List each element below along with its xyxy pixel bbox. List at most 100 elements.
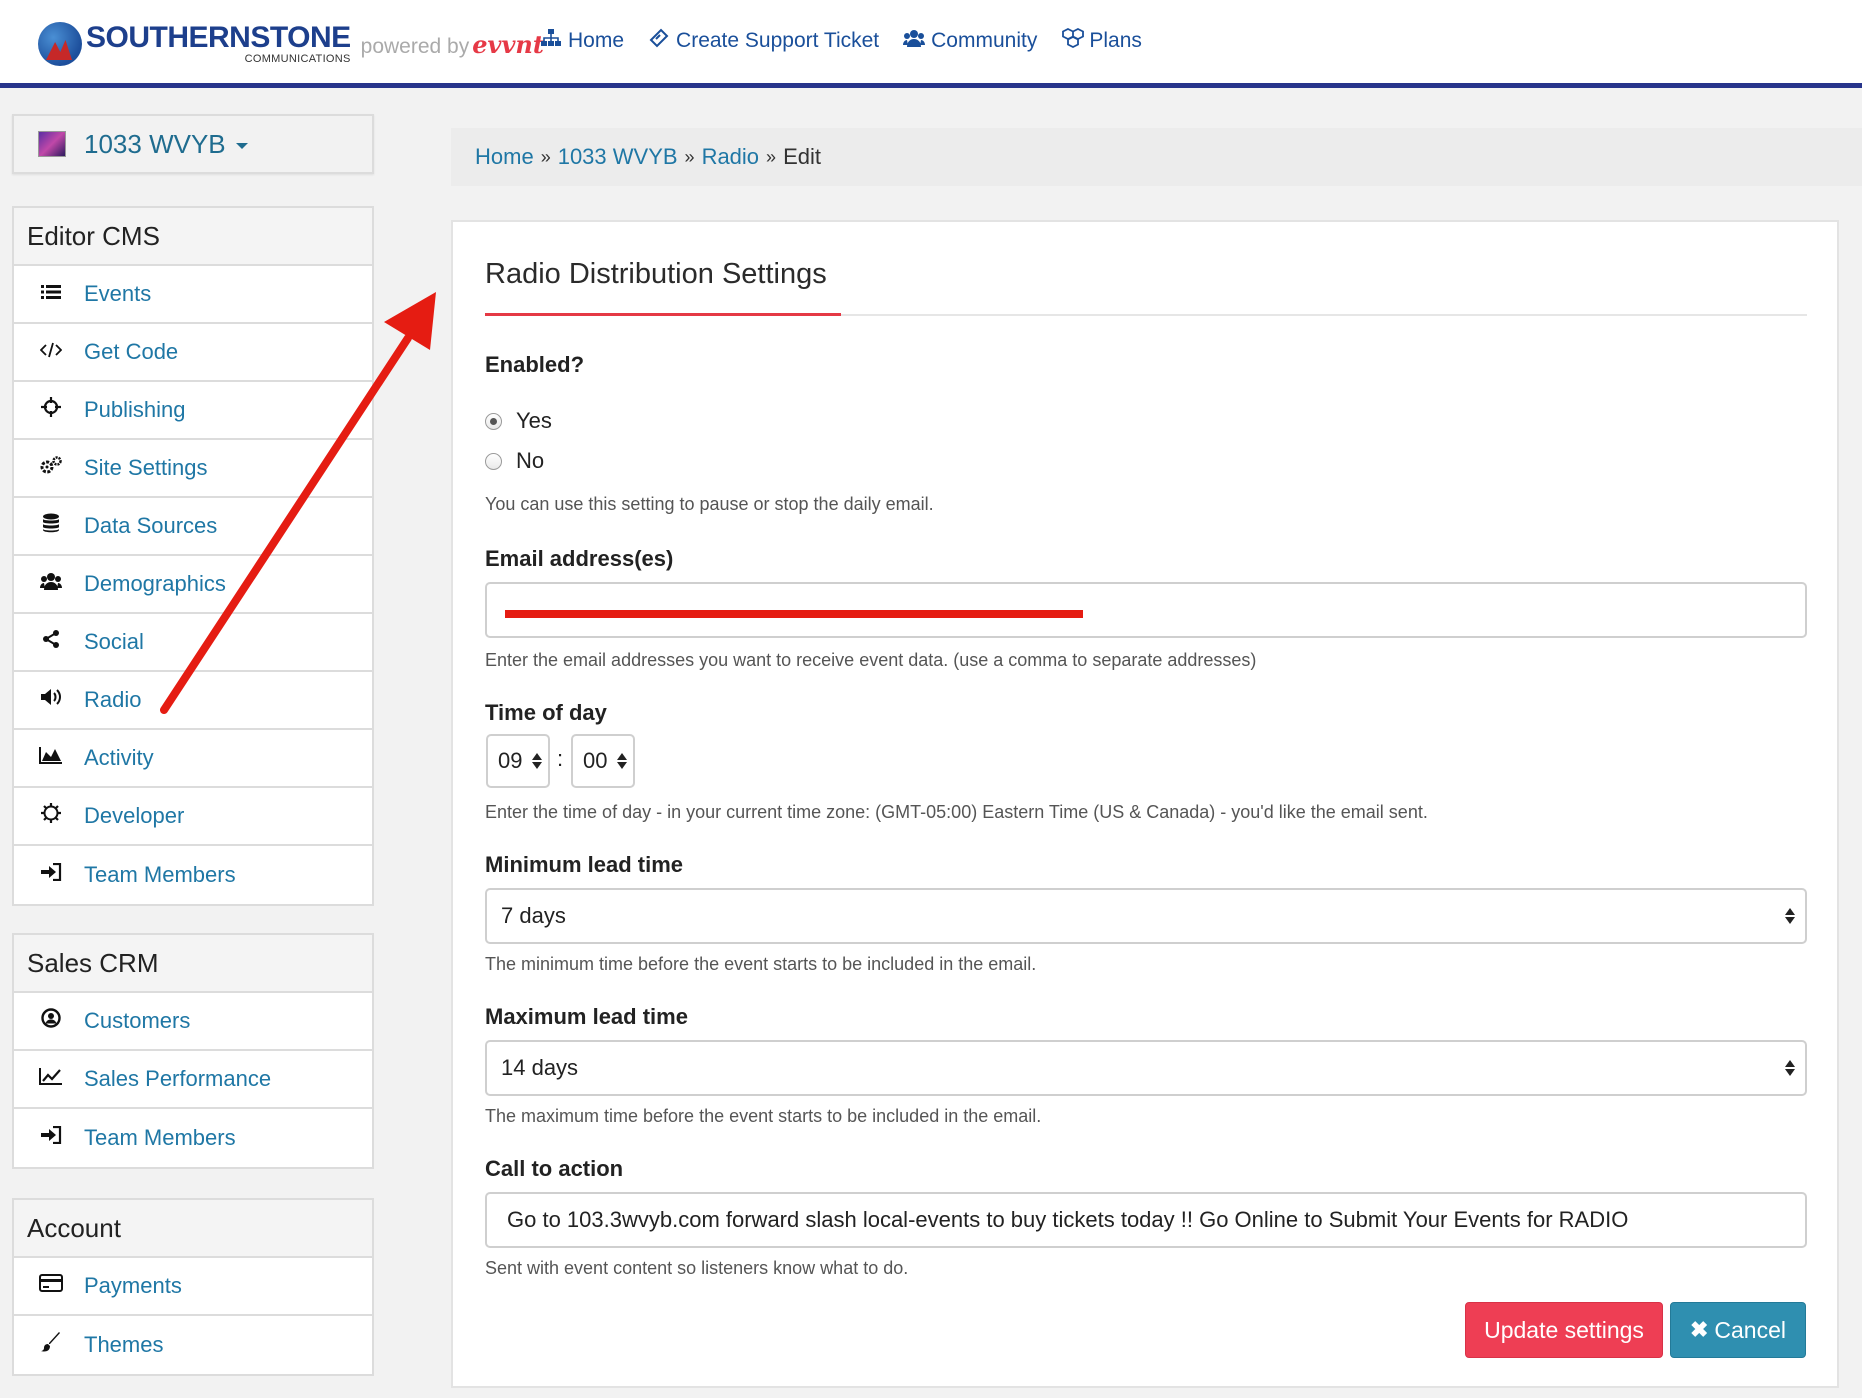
- editor-cms-panel: Editor CMS Events Get Code Publishing Si…: [12, 206, 374, 906]
- close-icon: ✖: [1689, 1317, 1709, 1342]
- cta-input[interactable]: Go to 103.3wvyb.com forward slash local-…: [485, 1192, 1807, 1248]
- email-label: Email address(es): [485, 546, 674, 571]
- select-arrows-icon: [532, 753, 542, 769]
- paint-brush-icon: [38, 1332, 64, 1358]
- gears-icon: [38, 455, 64, 481]
- site-selector-dropdown[interactable]: 1033 WVYB: [12, 114, 374, 174]
- enabled-no-option[interactable]: No: [485, 448, 544, 474]
- breadcrumb: Home » 1033 WVYB » Radio » Edit: [451, 128, 1862, 186]
- select-arrows-icon: [1785, 1060, 1795, 1076]
- sidebar-item-social[interactable]: Social: [14, 614, 372, 672]
- time-help: Enter the time of day - in your current …: [485, 802, 1428, 822]
- title-accent-underline: [485, 313, 841, 316]
- site-thumbnail: [38, 131, 66, 157]
- enabled-help: You can use this setting to pause or sto…: [485, 494, 934, 514]
- time-separator: :: [557, 746, 564, 771]
- editor-cms-heading: Editor CMS: [14, 208, 372, 266]
- minute-select[interactable]: 00: [571, 734, 635, 788]
- select-arrows-icon: [617, 753, 627, 769]
- site-name: 1033 WVYB: [84, 128, 226, 159]
- min-lead-label: Minimum lead time: [485, 852, 684, 877]
- nav-home-link[interactable]: Home: [540, 28, 624, 54]
- line-chart-icon: [38, 1067, 64, 1091]
- evvnt-logo: evvnt: [472, 29, 544, 59]
- redaction-strike: [505, 610, 1083, 618]
- enabled-label: Enabled?: [485, 352, 585, 377]
- list-icon: [38, 283, 64, 306]
- nav-plans-label: Plans: [1089, 29, 1142, 52]
- breadcrumb-site-link[interactable]: 1033 WVYB: [558, 144, 678, 170]
- select-arrows-icon: [1785, 908, 1795, 924]
- nav-plans-link[interactable]: Plans: [1061, 27, 1142, 54]
- user-circle-icon: [38, 1008, 64, 1034]
- account-panel: Account Payments Themes: [12, 1198, 374, 1376]
- min-lead-select[interactable]: 7 days: [485, 888, 1807, 944]
- email-help: Enter the email addresses you want to re…: [485, 650, 1257, 670]
- cancel-button[interactable]: ✖ Cancel: [1670, 1302, 1806, 1358]
- sidebar-item-events[interactable]: Events: [14, 266, 372, 324]
- min-lead-help: The minimum time before the event starts…: [485, 954, 1037, 974]
- sitemap-icon: [540, 29, 562, 53]
- sidebar-item-developer[interactable]: Developer: [14, 788, 372, 846]
- breadcrumb-home-link[interactable]: Home: [475, 144, 534, 170]
- nav-home-label: Home: [568, 29, 625, 52]
- globe-logo-icon: [38, 22, 82, 66]
- brand-name: SOUTHERNSTONE: [86, 21, 351, 54]
- max-lead-select[interactable]: 14 days: [485, 1040, 1807, 1096]
- sales-crm-heading: Sales CRM: [14, 935, 372, 993]
- crosshairs-icon: [38, 397, 64, 423]
- breadcrumb-current: Edit: [783, 144, 821, 169]
- area-chart-icon: [38, 746, 64, 770]
- top-nav-links: Home Create Support Ticket Community Pla…: [540, 27, 1142, 54]
- nav-support-ticket-link[interactable]: Create Support Ticket: [648, 28, 879, 54]
- volume-icon: [38, 688, 64, 712]
- update-settings-button[interactable]: Update settings: [1465, 1302, 1663, 1358]
- sidebar-item-payments[interactable]: Payments: [14, 1258, 372, 1316]
- sidebar-item-data-sources[interactable]: Data Sources: [14, 498, 372, 556]
- share-icon: [38, 630, 64, 654]
- cta-label: Call to action: [485, 1156, 624, 1181]
- nav-community-label: Community: [931, 29, 1038, 52]
- radio-settings-card: Radio Distribution Settings Enabled? Yes…: [451, 220, 1839, 1388]
- top-navbar: SOUTHERNSTONE COMMUNICATIONS powered by e…: [0, 0, 1862, 88]
- hour-select[interactable]: 09: [486, 734, 550, 788]
- cubes-icon: [1061, 27, 1085, 54]
- sign-in-icon: [38, 862, 64, 887]
- sidebar-item-publishing[interactable]: Publishing: [14, 382, 372, 440]
- time-of-day-label: Time of day: [485, 700, 607, 725]
- database-icon: [38, 513, 64, 539]
- sidebar-item-sales-performance[interactable]: Sales Performance: [14, 1051, 372, 1109]
- users-icon: [38, 572, 64, 596]
- powered-by-text: powered by evvnt: [360, 29, 544, 59]
- breadcrumb-radio-link[interactable]: Radio: [702, 144, 759, 170]
- code-icon: [38, 341, 64, 364]
- max-lead-label: Maximum lead time: [485, 1004, 688, 1029]
- brand-logo[interactable]: SOUTHERNSTONE COMMUNICATIONS powered by e…: [38, 20, 544, 68]
- enabled-no-radio[interactable]: [485, 452, 502, 470]
- nav-community-link[interactable]: Community: [903, 28, 1037, 54]
- email-input[interactable]: [485, 582, 1807, 638]
- max-lead-help: The maximum time before the event starts…: [485, 1106, 1042, 1126]
- sidebar-item-demographics[interactable]: Demographics: [14, 556, 372, 614]
- account-heading: Account: [14, 1200, 372, 1258]
- sidebar-item-radio[interactable]: Radio: [14, 672, 372, 730]
- sales-crm-panel: Sales CRM Customers Sales Performance Te…: [12, 933, 374, 1169]
- sidebar-item-crm-team-members[interactable]: Team Members: [14, 1109, 372, 1167]
- sidebar-item-get-code[interactable]: Get Code: [14, 324, 372, 382]
- sidebar-item-team-members[interactable]: Team Members: [14, 846, 372, 904]
- sidebar-item-themes[interactable]: Themes: [14, 1316, 372, 1374]
- cta-help: Sent with event content so listeners kno…: [485, 1258, 909, 1278]
- sidebar-item-site-settings[interactable]: Site Settings: [14, 440, 372, 498]
- sidebar-item-customers[interactable]: Customers: [14, 993, 372, 1051]
- sidebar-item-activity[interactable]: Activity: [14, 730, 372, 788]
- page-title: Radio Distribution Settings: [485, 258, 827, 290]
- users-icon: [903, 29, 926, 53]
- enabled-yes-radio[interactable]: [485, 412, 502, 430]
- cog-icon: [38, 803, 64, 829]
- caret-down-icon: [235, 143, 248, 149]
- enabled-yes-option[interactable]: Yes: [485, 408, 552, 434]
- brand-subtitle: COMMUNICATIONS: [244, 53, 351, 65]
- ticket-icon: [648, 28, 670, 54]
- sign-in-icon: [38, 1125, 64, 1150]
- credit-card-icon: [38, 1274, 64, 1298]
